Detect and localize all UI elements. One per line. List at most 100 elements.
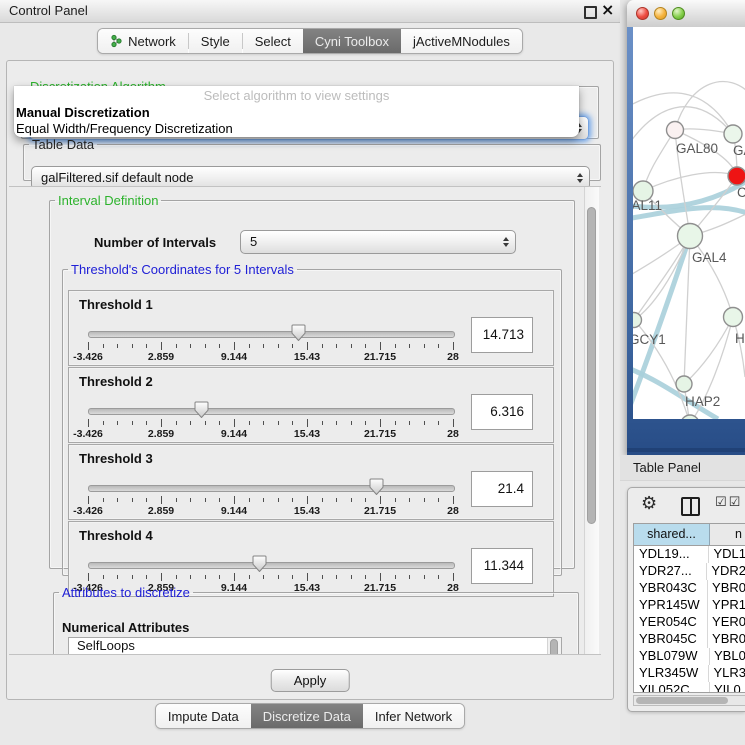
slider-tick — [322, 575, 323, 579]
threshold-slider-thumb[interactable] — [291, 324, 306, 342]
slider-tick — [88, 573, 89, 581]
slider-tick — [190, 344, 191, 348]
slider-tick-label: 9.144 — [221, 505, 247, 517]
threshold-slider-thumb[interactable] — [369, 478, 384, 496]
slider-tick-label: 9.144 — [221, 351, 247, 363]
slider-tick — [103, 344, 104, 348]
tab-label: Infer Network — [375, 709, 452, 724]
slider-tick — [103, 498, 104, 502]
slider-tick-label: 2.859 — [148, 505, 174, 517]
settings-scrollbar[interactable] — [584, 187, 599, 654]
network-node-h[interactable] — [724, 308, 743, 327]
attributes-group-label: Attributes to discretize — [59, 585, 193, 600]
minimize-traffic-light-icon[interactable] — [654, 7, 667, 20]
columns-icon[interactable] — [681, 497, 700, 516]
attribute-list-item[interactable]: TopologicalCoefficient — [69, 654, 561, 656]
threshold-slider-track[interactable] — [88, 485, 455, 492]
table-row[interactable]: YBR045CYBR0 — [634, 631, 745, 648]
slider-tick — [234, 496, 235, 504]
slider-tick — [307, 496, 308, 504]
number-of-intervals-label: Number of Intervals — [94, 235, 216, 250]
cell-shared-name: YIL052C — [634, 682, 710, 693]
threshold-value-field[interactable]: 11.344 — [471, 548, 533, 584]
cell-name: YIL0 — [710, 682, 745, 693]
threshold-value-field[interactable]: 14.713 — [471, 317, 533, 353]
cell-name: YBL0 — [710, 648, 745, 665]
slider-tick — [117, 575, 118, 579]
network-node-gal80[interactable] — [667, 122, 684, 139]
threshold-slider-track[interactable] — [88, 562, 455, 569]
top-tab-select[interactable]: Select — [243, 29, 303, 53]
attribute-list-item[interactable]: SelfLoops — [69, 638, 561, 654]
table-hscrollbar[interactable] — [633, 695, 745, 706]
close-icon[interactable]: × — [601, 0, 614, 19]
float-window-icon[interactable] — [584, 6, 597, 19]
close-traffic-light-icon[interactable] — [636, 7, 649, 20]
combo-arrows-icon — [577, 173, 583, 183]
zoom-traffic-light-icon[interactable] — [672, 7, 685, 20]
network-window-titlebar — [627, 0, 745, 28]
slider-tick — [176, 344, 177, 348]
slider-tick — [438, 344, 439, 348]
top-tab-network[interactable]: Network — [98, 29, 188, 53]
table-row[interactable]: YBL079WYBL0 — [634, 648, 745, 665]
slider-tick — [336, 498, 337, 502]
threshold-slider-track[interactable] — [88, 331, 455, 338]
column-header-name[interactable]: n — [710, 524, 745, 545]
threshold-slider-track[interactable] — [88, 408, 455, 415]
threshold-value-field[interactable]: 6.316 — [471, 394, 533, 430]
table-row[interactable]: YDR27...YDR2 — [634, 563, 745, 580]
slider-tick — [438, 421, 439, 425]
network-node-gal4[interactable] — [678, 224, 703, 249]
slider-tick — [132, 575, 133, 579]
table-row[interactable]: YIL052CYIL0 — [634, 682, 745, 693]
table-row[interactable]: YER054CYER0 — [634, 614, 745, 631]
threshold-slider-thumb[interactable] — [252, 555, 267, 573]
network-node[interactable] — [681, 415, 699, 419]
top-tab-jactivemnodules[interactable]: jActiveMNodules — [401, 29, 522, 53]
top-tab-cyni-toolbox[interactable]: Cyni Toolbox — [303, 29, 401, 53]
table-row[interactable]: YBR043CYBR0 — [634, 580, 745, 597]
cell-name: YBR0 — [708, 580, 745, 597]
top-tabbox: Network StyleSelectCyni ToolboxjActiveMNo… — [97, 28, 523, 54]
cell-shared-name: YDL19... — [634, 546, 709, 563]
slider-tick — [278, 575, 279, 579]
slider-tick — [263, 421, 264, 425]
slider-tick-label: 9.144 — [221, 428, 247, 440]
network-node-c[interactable] — [728, 167, 745, 185]
table-row[interactable]: YLR345WYLR3 — [634, 665, 745, 682]
column-header-shared-name[interactable]: shared... — [634, 524, 710, 545]
attributes-list-scrollbar[interactable] — [547, 638, 561, 655]
bottom-tab-infer-network[interactable]: Infer Network — [363, 704, 464, 728]
threshold-slider-thumb[interactable] — [194, 401, 209, 419]
threshold-value-field[interactable]: 21.4 — [471, 471, 533, 507]
slider-tick — [219, 421, 220, 425]
slider-tick — [249, 344, 250, 348]
apply-button[interactable]: Apply — [271, 669, 350, 692]
numerical-attributes-list[interactable]: SelfLoopsTopologicalCoefficientBetweenne… — [68, 637, 562, 655]
top-tab-style[interactable]: Style — [189, 29, 242, 53]
gear-icon[interactable]: ⚙ — [641, 493, 657, 514]
network-node-label: C — [737, 185, 745, 200]
network-node-hap2[interactable] — [676, 376, 692, 392]
cell-name: YLR3 — [709, 665, 745, 682]
algorithm-option[interactable]: Equal Width/Frequency Discretization — [14, 121, 579, 137]
slider-tick — [380, 419, 381, 427]
bottom-tab-impute-data[interactable]: Impute Data — [156, 704, 251, 728]
network-canvas[interactable]: GAL80GACGAL11GAL4GCY1HHAP2 — [633, 27, 745, 419]
cell-name: YDL1 — [709, 546, 745, 563]
table-row[interactable]: YDL19...YDL1 — [634, 546, 745, 563]
network-node-gcy1[interactable] — [633, 313, 642, 328]
table-row[interactable]: YPR145WYPR1 — [634, 597, 745, 614]
checkbox-icons[interactable]: ☑☑ — [715, 495, 742, 510]
number-of-intervals-combobox[interactable]: 5 — [240, 230, 516, 254]
slider-tick — [234, 342, 235, 350]
slider-tick — [161, 342, 162, 350]
slider-tick — [336, 344, 337, 348]
algorithm-option[interactable]: Manual Discretization — [14, 105, 579, 121]
tab-label: Network — [128, 34, 176, 49]
bottom-tab-discretize-data[interactable]: Discretize Data — [251, 704, 363, 728]
network-node-ga[interactable] — [724, 125, 742, 143]
algorithm-dropdown-popup: Select algorithm to view settings Manual… — [14, 86, 579, 137]
slider-tick-label: 2.859 — [148, 351, 174, 363]
